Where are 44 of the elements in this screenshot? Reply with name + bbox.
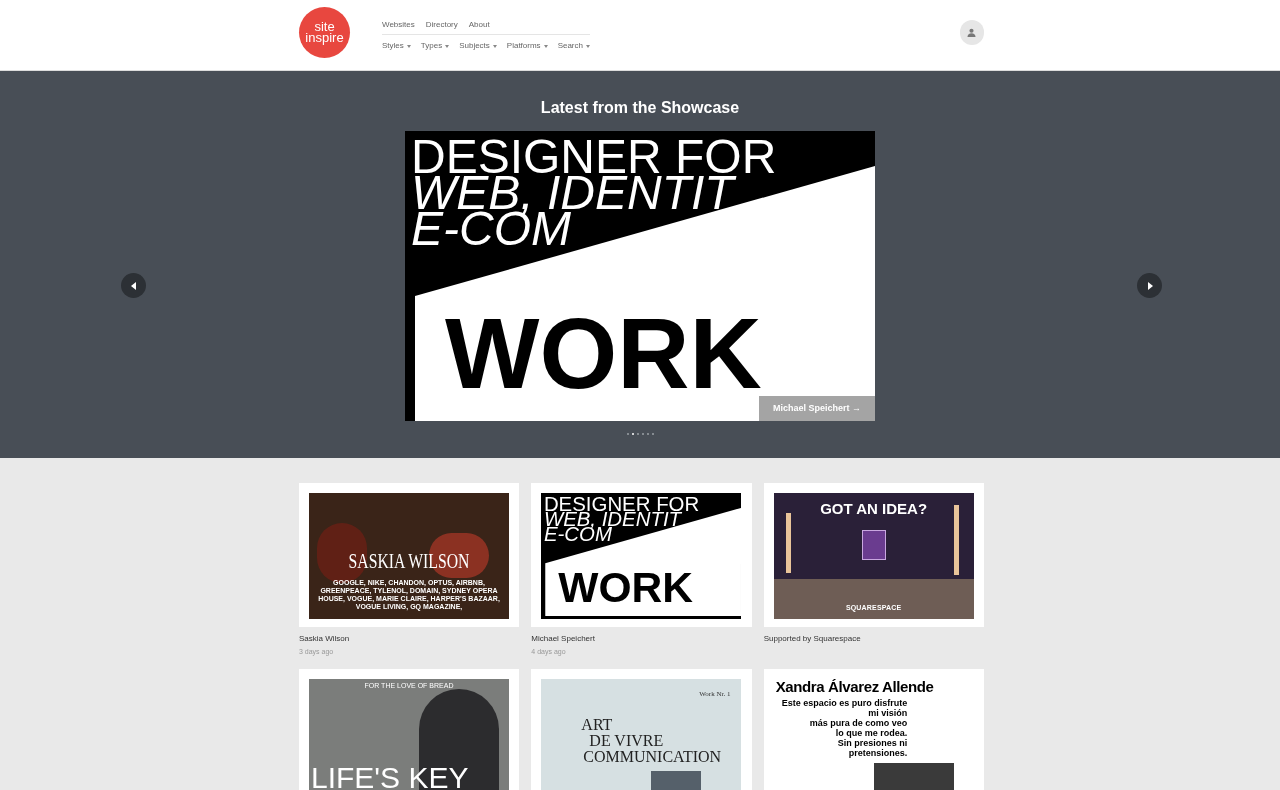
site-card[interactable]: Xandra Álvarez Allende Este espacio es puro disfrute mi visión más pura de como veo lo que me rodea. Sin presiones ni pretensiones.	[763, 668, 984, 790]
site-title[interactable]: Michael Speichert	[531, 633, 752, 645]
caret-icon	[492, 44, 497, 48]
caret-icon	[445, 44, 450, 48]
body-text: lo que me rodea.	[835, 727, 908, 738]
caret-icon	[406, 44, 411, 48]
headline-text: GOT AN IDEA?	[819, 501, 929, 516]
nav-dropdown[interactable]: Types	[420, 40, 450, 52]
right-arrow-icon	[1146, 281, 1153, 290]
band-text: WORK	[558, 566, 694, 609]
left-arrow-icon	[130, 281, 137, 290]
showcase-title: Latest from the Showcase	[540, 98, 740, 118]
candle-drawing	[785, 513, 791, 573]
nav-dropdown[interactable]: Search	[557, 40, 590, 52]
nav-dropdown[interactable]: Platforms	[506, 40, 548, 52]
nav-dropdown[interactable]: Styles	[382, 40, 411, 52]
previous-button[interactable]	[121, 273, 146, 298]
next-button[interactable]	[1137, 273, 1162, 298]
account-button[interactable]	[959, 20, 984, 45]
body-text: mi visión	[868, 707, 908, 718]
logo-text: site	[314, 20, 335, 32]
body-text: Sin presiones ni	[837, 737, 908, 748]
site-title[interactable]: Saskia Wilson	[299, 633, 520, 645]
user-icon	[967, 28, 977, 37]
nav-link[interactable]: Websites	[382, 19, 415, 31]
body-text: más pura de como veo	[809, 717, 908, 728]
headline-text: SASKIA WILSON	[347, 551, 471, 572]
nav-dropdown[interactable]: Subjects	[459, 40, 497, 52]
logo[interactable]: site inspire	[299, 7, 350, 58]
logo-text: inspire	[305, 31, 344, 43]
caret-icon	[543, 44, 548, 48]
body-text: pretensiones.	[848, 747, 908, 758]
nav-link[interactable]: Directory	[425, 19, 458, 31]
nav-link[interactable]: About	[468, 19, 490, 31]
candle-drawing	[953, 505, 959, 575]
caret-icon	[586, 44, 590, 48]
headline-text: LIFE'S KEY	[311, 762, 469, 790]
headline-text: Xandra Álvarez Allende	[775, 678, 934, 694]
headline-text: COMMUNICATION	[583, 748, 722, 765]
site-title[interactable]: Supported by Squarespace	[763, 633, 984, 645]
body-text: Este espacio es puro disfrute	[781, 697, 908, 708]
headline-text: DE VIVRE	[589, 732, 664, 749]
card-drawing	[861, 530, 886, 560]
headline-text: ART	[581, 716, 613, 733]
